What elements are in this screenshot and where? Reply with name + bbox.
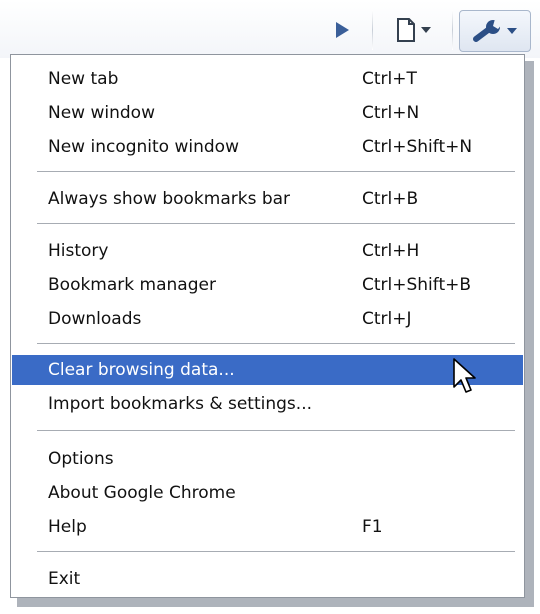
menu-item-label: About Google Chrome bbox=[48, 483, 236, 503]
menu-item-label: History bbox=[48, 241, 109, 261]
menu-item-options[interactable]: Options bbox=[12, 444, 523, 474]
wrench-icon bbox=[473, 19, 503, 42]
menu-item-new-window[interactable]: New window Ctrl+N bbox=[12, 98, 523, 128]
menu-item-label: Exit bbox=[48, 569, 81, 589]
page-icon bbox=[397, 18, 415, 42]
mouse-pointer-icon bbox=[453, 358, 476, 393]
menu-item-help[interactable]: Help F1 bbox=[12, 512, 523, 542]
menu-item-import-bookmarks-settings[interactable]: Import bookmarks & settings... bbox=[12, 389, 523, 419]
menu-item-shortcut: Ctrl+H bbox=[362, 241, 420, 261]
menu-item-new-incognito-window[interactable]: New incognito window Ctrl+Shift+N bbox=[12, 132, 523, 162]
chevron-down-icon bbox=[507, 28, 517, 34]
menu-item-label: Always show bookmarks bar bbox=[48, 189, 291, 209]
menu-item-always-show-bookmarks-bar[interactable]: Always show bookmarks bar Ctrl+B bbox=[12, 184, 523, 214]
menu-item-label: Bookmark manager bbox=[48, 275, 216, 295]
menu-item-downloads[interactable]: Downloads Ctrl+J bbox=[12, 304, 523, 334]
menu-item-about-google-chrome[interactable]: About Google Chrome bbox=[12, 478, 523, 508]
menu-item-label: Import bookmarks & settings... bbox=[48, 394, 312, 414]
menu-item-clear-browsing-data[interactable]: Clear browsing data... bbox=[12, 355, 523, 385]
chevron-down-icon bbox=[421, 27, 431, 33]
menu-separator bbox=[37, 171, 515, 173]
menu-item-label: New incognito window bbox=[48, 137, 239, 157]
page-menu-button[interactable] bbox=[380, 10, 446, 50]
play-button[interactable] bbox=[320, 10, 364, 50]
play-icon bbox=[336, 22, 349, 38]
menu-item-history[interactable]: History Ctrl+H bbox=[12, 236, 523, 266]
wrench-dropdown-menu: New tab Ctrl+T New window Ctrl+N New inc… bbox=[10, 54, 525, 598]
menu-separator bbox=[37, 430, 515, 432]
menu-item-label: Downloads bbox=[48, 309, 142, 329]
menu-item-new-tab[interactable]: New tab Ctrl+T bbox=[12, 64, 523, 94]
menu-item-shortcut: Ctrl+J bbox=[362, 309, 412, 329]
toolbar-separator bbox=[372, 10, 373, 50]
menu-separator bbox=[37, 551, 515, 553]
menu-item-bookmark-manager[interactable]: Bookmark manager Ctrl+Shift+B bbox=[12, 270, 523, 300]
browser-toolbar bbox=[0, 0, 540, 58]
toolbar-separator bbox=[452, 10, 453, 50]
menu-separator bbox=[37, 223, 515, 225]
menu-item-exit[interactable]: Exit bbox=[12, 564, 523, 594]
menu-item-label: Clear browsing data... bbox=[48, 360, 235, 380]
menu-item-shortcut: Ctrl+Shift+B bbox=[362, 275, 472, 295]
menu-separator bbox=[37, 343, 515, 345]
menu-item-shortcut: Ctrl+T bbox=[362, 69, 417, 89]
menu-item-label: New tab bbox=[48, 69, 119, 89]
menu-item-label: New window bbox=[48, 103, 155, 123]
menu-item-shortcut: Ctrl+N bbox=[362, 103, 420, 123]
menu-item-shortcut: F1 bbox=[362, 517, 383, 537]
menu-item-shortcut: Ctrl+Shift+N bbox=[362, 137, 473, 157]
menu-item-label: Options bbox=[48, 449, 114, 469]
menu-item-label: Help bbox=[48, 517, 87, 537]
wrench-menu-button[interactable] bbox=[459, 10, 531, 52]
menu-item-shortcut: Ctrl+B bbox=[362, 189, 419, 209]
